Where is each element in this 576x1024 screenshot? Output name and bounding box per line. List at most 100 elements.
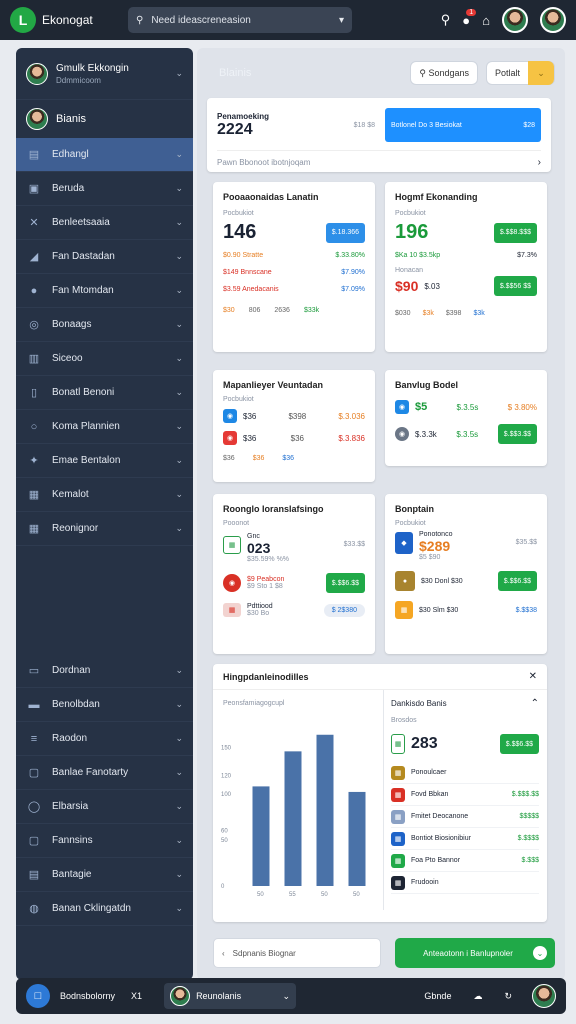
sidebar-item[interactable]: ▢ Fannsins ⌄	[16, 824, 193, 858]
sidebar-item[interactable]: ▣ Beruda ⌄	[16, 172, 193, 206]
card-line-value: $.33.80%	[335, 252, 365, 259]
sidebar-item[interactable]: ◎ Bonaags ⌄	[16, 308, 193, 342]
filter-button[interactable]: Potlalt ⌄	[485, 61, 555, 85]
sidebar-item[interactable]: ▢ Banlae Fanotarty ⌄	[16, 756, 193, 790]
chevron-down-icon[interactable]: ⌄	[175, 387, 183, 398]
cloud-icon[interactable]: ☁	[473, 991, 482, 1002]
list-item-label: Fovd Bbkan	[411, 791, 449, 798]
footer-user[interactable]: Reunolanis ⌄	[164, 983, 297, 1009]
chevron-down-icon[interactable]: ⌄	[175, 421, 183, 432]
chevron-down-icon[interactable]: ⌄	[175, 149, 183, 160]
primary-action-button[interactable]: Anteaotonn i Banlupnoler ⌄	[395, 938, 555, 968]
card-action-button[interactable]: $.$$6.$$	[325, 573, 365, 593]
chevron-down-icon[interactable]: ⌄	[175, 767, 183, 778]
sidebar-second-user[interactable]: Bianis	[16, 100, 193, 138]
list-item[interactable]: ▦ Bontiot Biosionibiur $.$$$$	[391, 828, 539, 850]
search-box[interactable]: ⚲ Need ideascreneasion ▾	[128, 7, 352, 33]
chevron-down-icon[interactable]: ⌄	[175, 455, 183, 466]
chevron-down-icon[interactable]: ⌄	[175, 523, 183, 534]
sidebar-item[interactable]: ▥ Siceoo ⌄	[16, 342, 193, 376]
notification-icon[interactable]: ● 1	[462, 8, 477, 28]
avatar[interactable]	[502, 7, 528, 33]
side-action-button[interactable]: $.$$6.$$	[499, 734, 539, 754]
sidebar-item[interactable]: ▦ Kemalot ⌄	[16, 478, 193, 512]
avatar	[26, 62, 48, 85]
card-line-label: $0.90 Stratte	[223, 252, 264, 259]
sidebar-item-label: Beruda	[52, 183, 85, 194]
bottom-input[interactable]: ‹ Sdpnanis Biognar	[213, 938, 381, 968]
card-line-label: $149 Bnnscane	[223, 269, 272, 276]
search-icon[interactable]: ⚲	[441, 12, 451, 28]
card-action-button[interactable]: $.18.366	[325, 222, 365, 243]
chevron-down-icon: ⌄	[533, 946, 547, 960]
sidebar-user[interactable]: Gmulk Ekkongin Ddmmicoom ⌄	[16, 48, 193, 100]
tag-icon: ◉	[223, 574, 241, 592]
chevron-right-icon[interactable]: ›	[538, 157, 541, 168]
chevron-down-icon[interactable]: ⌄	[175, 251, 183, 262]
card-action-button[interactable]: $.$$8.$$$	[493, 222, 537, 243]
chevron-down-icon[interactable]: ⌄	[175, 869, 183, 880]
close-icon[interactable]: ✕	[529, 671, 537, 682]
back-icon[interactable]: ‹	[222, 949, 225, 958]
chevron-down-icon[interactable]: ⌄	[175, 285, 183, 296]
chevron-up-icon[interactable]: ⌃	[531, 698, 539, 709]
avatar[interactable]	[540, 7, 566, 33]
chevron-down-icon[interactable]: ⌄	[175, 489, 183, 500]
sidebar-item[interactable]: ✦ Emae Bentalon ⌄	[16, 444, 193, 478]
avatar[interactable]	[532, 984, 556, 1008]
chevron-down-icon[interactable]: ⌄	[175, 353, 183, 364]
status-pill[interactable]: $ 2$380	[323, 603, 365, 617]
sidebar-item[interactable]: ▦ Reonignor ⌄	[16, 512, 193, 546]
sidebar-item[interactable]: ▤ Edhangl ⌄	[16, 138, 193, 172]
chart-bar[interactable]	[316, 734, 334, 886]
chevron-down-icon[interactable]: ⌄	[175, 217, 183, 228]
search-input[interactable]: Need ideascreneasion	[151, 15, 339, 26]
sidebar-item[interactable]: ● Fan Mtomdan ⌄	[16, 274, 193, 308]
card-action-button[interactable]: $.$$3.$$	[497, 424, 537, 444]
chevron-down-icon[interactable]: ▾	[339, 15, 344, 26]
app-logo[interactable]: L	[10, 7, 36, 33]
list-item[interactable]: ▦ Frudooin	[391, 872, 539, 894]
sidebar-item[interactable]: ◢ Fan Dastadan ⌄	[16, 240, 193, 274]
chevron-down-icon[interactable]: ⌄	[175, 903, 183, 914]
tag-icon: ◆	[395, 531, 413, 554]
sidebar-item[interactable]: ≡ Raodon ⌄	[16, 722, 193, 756]
sidebar-item[interactable]: ◯ Elbarsia ⌄	[16, 790, 193, 824]
chevron-down-icon[interactable]: ⌄	[175, 733, 183, 744]
chevron-down-icon[interactable]: ⌄	[175, 68, 183, 79]
chevron-down-icon[interactable]: ⌄	[175, 665, 183, 676]
chart-bar[interactable]	[348, 791, 366, 886]
sidebar-item[interactable]: ▤ Bantagie ⌄	[16, 858, 193, 892]
card-action-button[interactable]: $.$$6.$$	[497, 571, 537, 591]
sidebar-item[interactable]: ◍ Banan Cklingatdn ⌄	[16, 892, 193, 926]
list-item[interactable]: ▦ Ponoulcaer	[391, 762, 539, 784]
chevron-down-icon[interactable]: ⌄	[175, 699, 183, 710]
row-label: $9 Peabcon	[247, 576, 285, 583]
chevron-down-icon[interactable]: ⌄	[528, 61, 554, 85]
chart-bar[interactable]	[252, 786, 270, 886]
sidebar-item[interactable]: ▬ Benolbdan ⌄	[16, 688, 193, 722]
chevron-down-icon[interactable]: ⌄	[175, 319, 183, 330]
summary-banner[interactable]: Botlonel Do 3 Besiokat $28	[385, 108, 541, 142]
sidebar-item[interactable]: ○ Koma Plannien ⌄	[16, 410, 193, 444]
sidebar-item[interactable]: ▯ Bonatl Benoni ⌄	[16, 376, 193, 410]
sidebar-item[interactable]: ✕ Benleetsaaia ⌄	[16, 206, 193, 240]
home-icon[interactable]: ⌂	[482, 13, 490, 28]
list-item[interactable]: ▦ Foa Pto Bannor $.$$$	[391, 850, 539, 872]
sidebar-item-label: Fan Mtomdan	[52, 285, 114, 296]
search-button[interactable]: ⚲ Sondgans	[410, 61, 478, 85]
chart-bar[interactable]	[284, 751, 302, 886]
chat-icon[interactable]: □	[26, 984, 50, 1008]
chevron-down-icon[interactable]: ⌄	[283, 991, 291, 1002]
chevron-down-icon[interactable]: ⌄	[175, 835, 183, 846]
sidebar-item[interactable]: ▭ Dordnan ⌄	[16, 654, 193, 688]
refresh-icon[interactable]: ↻	[504, 991, 512, 1002]
card-note: $35.59% %%	[247, 556, 290, 563]
list-item[interactable]: ▦ Fovd Bbkan $.$$$.$$	[391, 784, 539, 806]
foot-stat: $3k	[422, 310, 434, 317]
y-tick-label: 150	[221, 746, 232, 752]
chevron-down-icon[interactable]: ⌄	[175, 801, 183, 812]
card-action-button[interactable]: $.$$56 $$	[493, 276, 537, 296]
chevron-down-icon[interactable]: ⌄	[175, 183, 183, 194]
list-item[interactable]: ▦ Fmitet Deocanone $$$$$	[391, 806, 539, 828]
